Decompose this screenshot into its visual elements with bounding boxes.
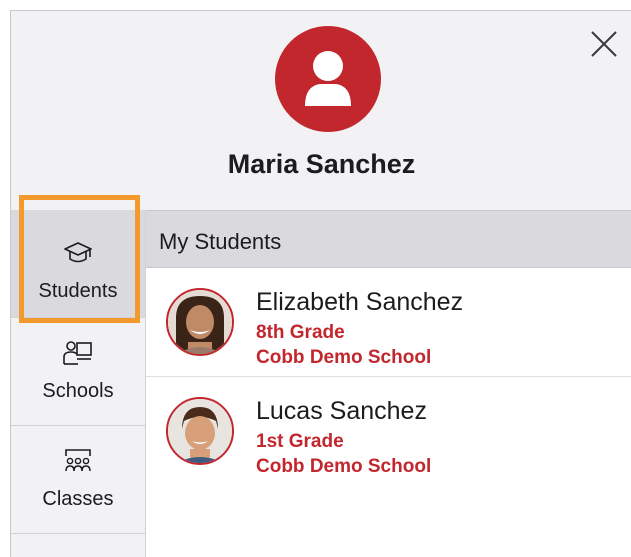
section-header: My Students	[146, 210, 631, 268]
student-photo-elizabeth	[168, 290, 232, 354]
student-grade: 1st Grade	[256, 431, 344, 452]
list-item[interactable]: Elizabeth Sanchez 8th Grade Cobb Demo Sc…	[146, 268, 631, 377]
sidebar-item-label: Students	[38, 280, 118, 302]
student-avatar	[166, 397, 234, 465]
student-name: Elizabeth Sanchez	[256, 288, 464, 316]
sidebar-item-schools[interactable]: Schools	[11, 318, 145, 426]
student-school: Cobb Demo School	[256, 347, 432, 368]
avatar	[275, 26, 381, 132]
profile-panel: Maria Sanchez Students Schools Classes M…	[10, 10, 631, 557]
section-title: My Students	[159, 229, 282, 254]
sidebar-item-students[interactable]: Students	[11, 210, 145, 318]
student-photo-lucas	[168, 399, 232, 463]
students-list-panel: My Students Elizabeth Sanchez 8th Grade …	[146, 210, 631, 557]
list-item[interactable]: Lucas Sanchez 1st Grade Cobb Demo School	[146, 377, 631, 486]
student-grade: 8th Grade	[256, 322, 345, 343]
sidebar-nav: Students Schools Classes	[11, 195, 146, 557]
sidebar-item-label: Classes	[42, 488, 114, 510]
classroom-icon	[65, 449, 91, 472]
school-presenter-icon	[63, 341, 92, 365]
person-icon	[305, 51, 351, 106]
user-name: Maria Sanchez	[227, 149, 416, 179]
sidebar-item-classes[interactable]: Classes	[11, 426, 145, 534]
sidebar-item-label: Schools	[42, 380, 114, 402]
close-button[interactable]	[589, 29, 619, 59]
student-avatar	[166, 288, 234, 356]
student-school: Cobb Demo School	[256, 456, 432, 477]
graduation-cap-icon	[64, 242, 92, 263]
close-icon	[591, 31, 617, 57]
student-name: Lucas Sanchez	[256, 397, 427, 425]
profile-header: Maria Sanchez	[11, 11, 631, 210]
